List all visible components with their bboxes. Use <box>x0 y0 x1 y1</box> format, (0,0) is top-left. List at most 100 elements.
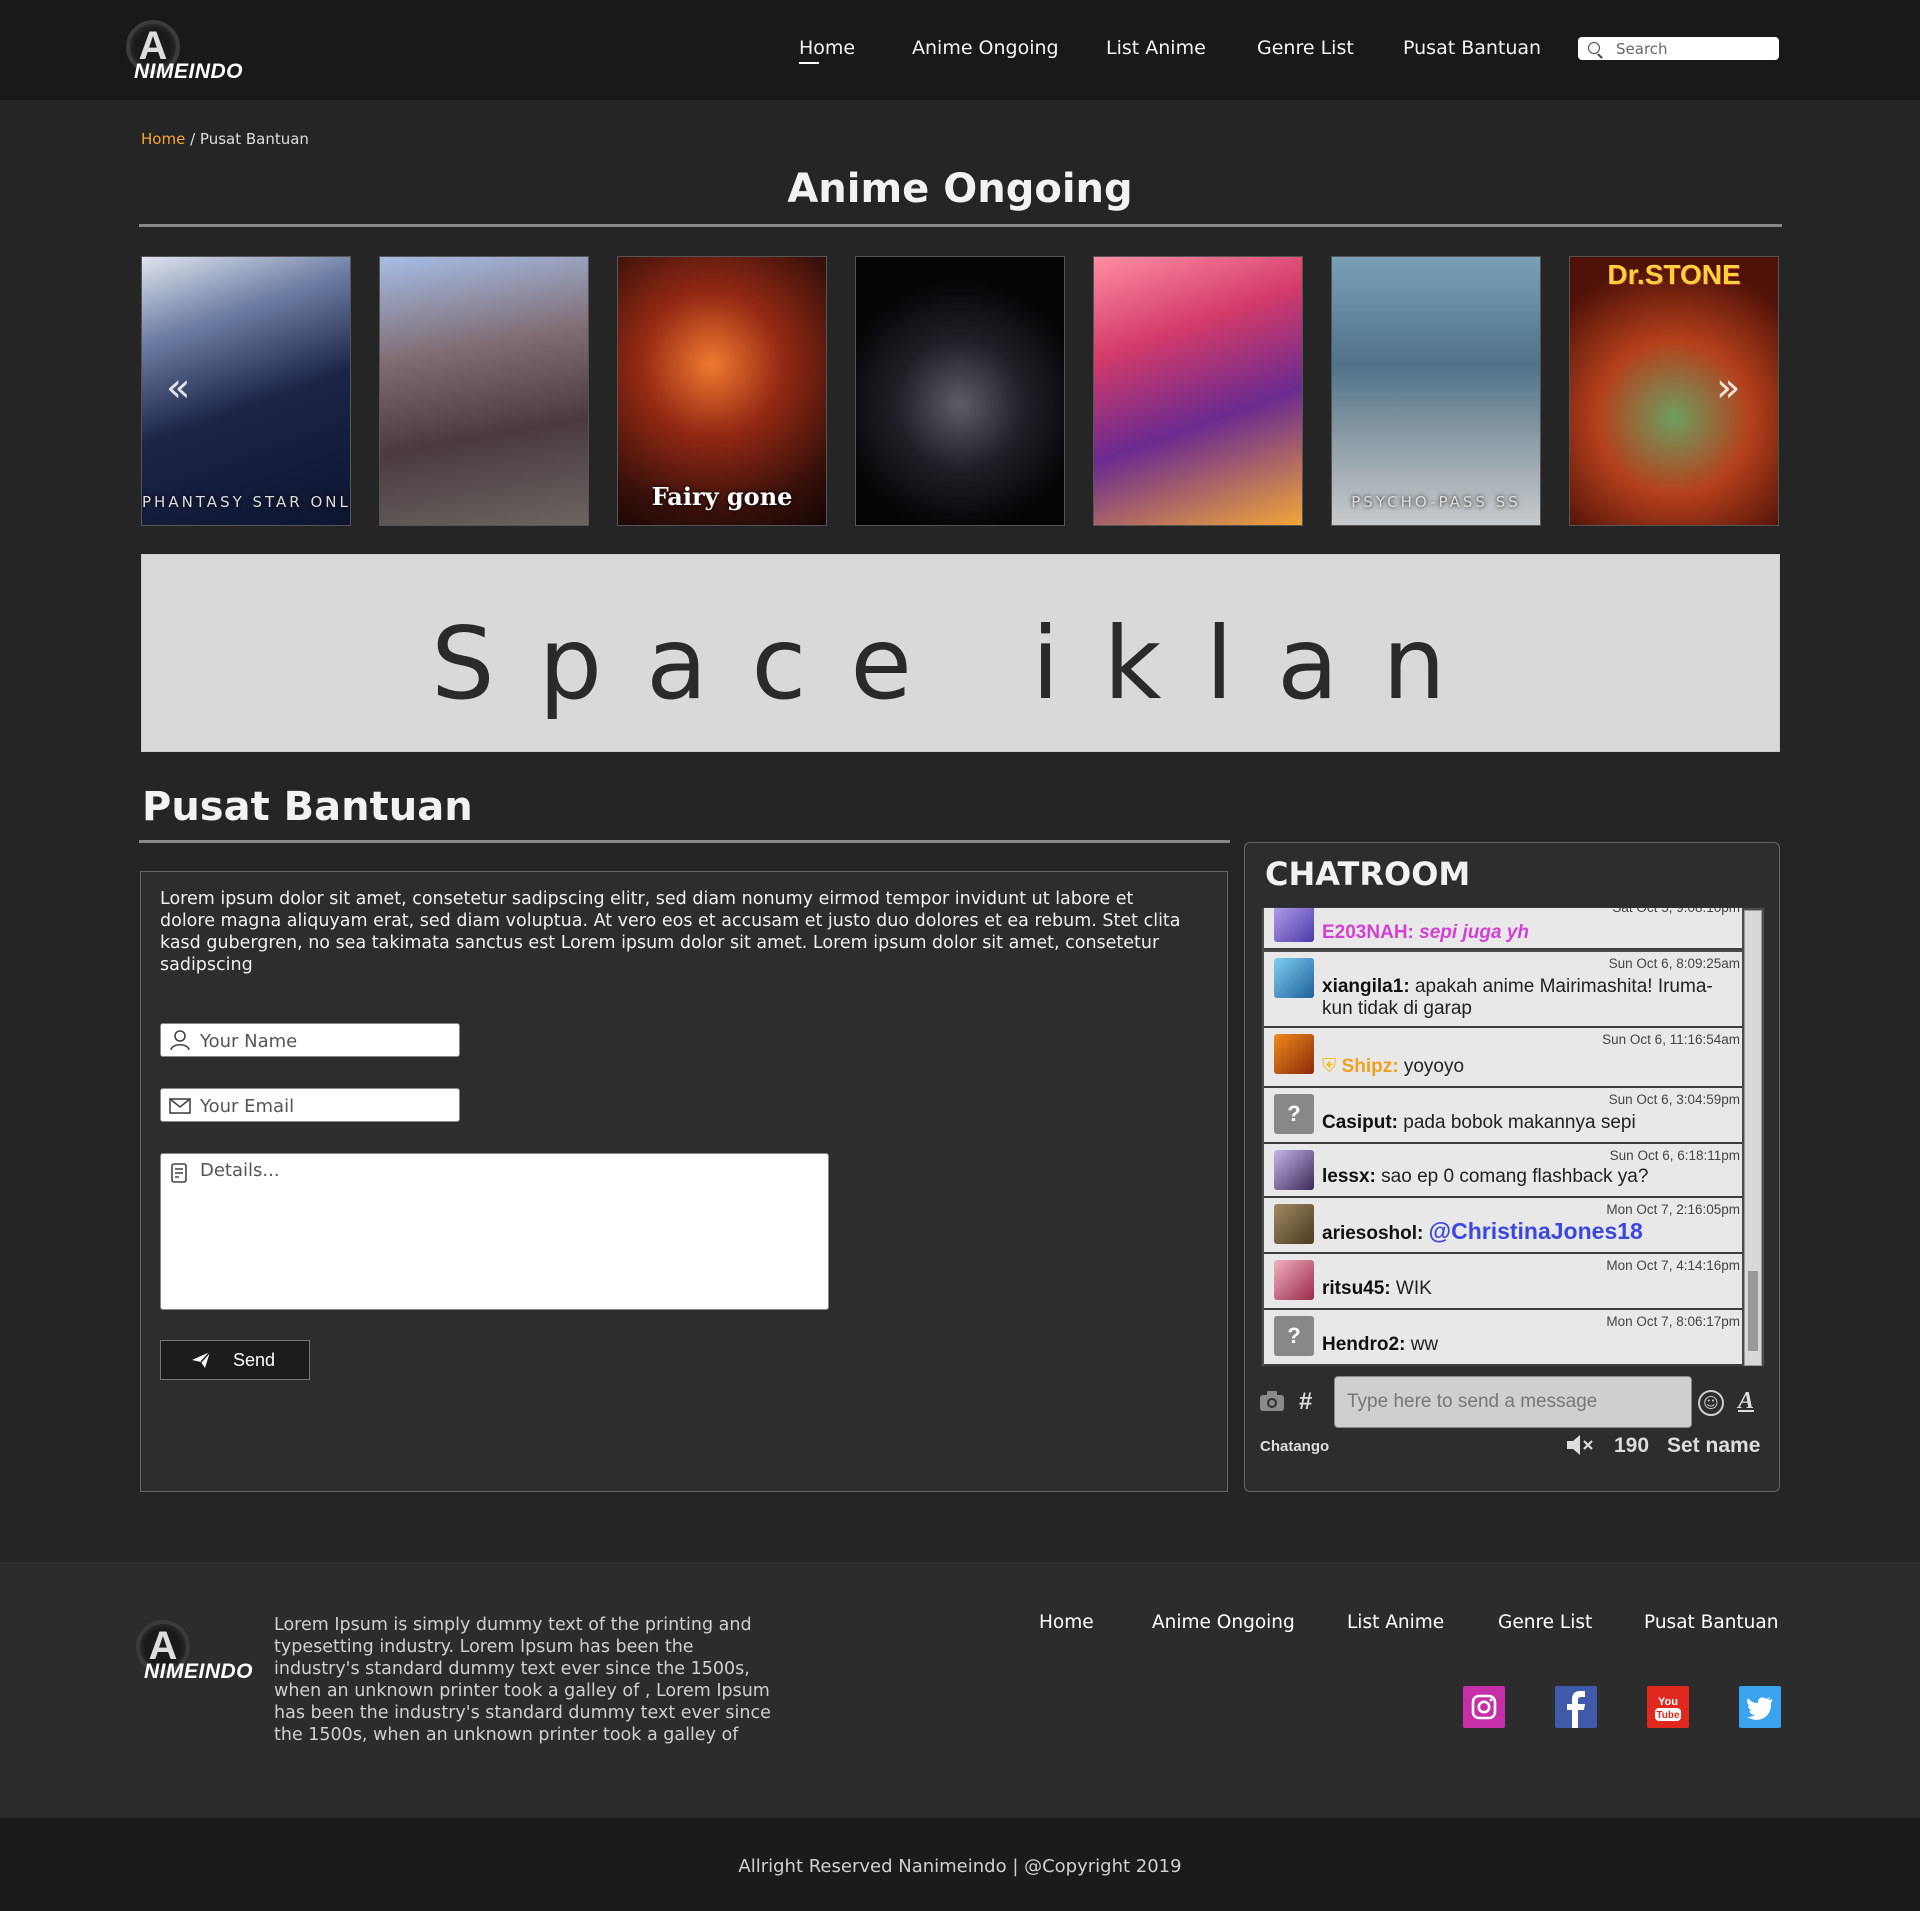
footer-nav-home[interactable]: Home <box>1039 1612 1094 1633</box>
anime-poster[interactable] <box>855 256 1065 526</box>
carousel-next-icon[interactable]: » <box>1716 368 1740 408</box>
chat-username[interactable]: Hendro2: <box>1322 1334 1405 1355</box>
shield-badge-icon: ⛨ <box>1322 1056 1337 1077</box>
footer-nav-anime-ongoing[interactable]: Anime Ongoing <box>1152 1612 1295 1633</box>
anime-poster[interactable] <box>1093 256 1303 526</box>
anime-poster[interactable]: Fairy gone <box>617 256 827 526</box>
chat-text: WIK <box>1395 1278 1432 1299</box>
site-logo[interactable]: A NIMEINDO <box>126 20 246 84</box>
ongoing-title: Anime Ongoing <box>787 166 1133 212</box>
hashtag-icon[interactable]: # <box>1299 1388 1312 1416</box>
emoji-icon[interactable]: ☺ <box>1698 1390 1724 1416</box>
chat-text: pada bobok makannya sepi <box>1403 1112 1636 1133</box>
chat-username[interactable]: Casiput: <box>1322 1112 1398 1133</box>
chat-username[interactable]: lessx: <box>1322 1166 1376 1187</box>
chat-message-input[interactable] <box>1334 1376 1692 1428</box>
nav-pusat-bantuan[interactable]: Pusat Bantuan <box>1403 37 1541 59</box>
svg-text:Tube: Tube <box>1656 1710 1680 1721</box>
chat-text: sepi juga yh <box>1419 922 1529 943</box>
chat-timestamp: Sun Oct 6, 11:16:54am <box>1602 1032 1740 1047</box>
chat-scrollbar[interactable] <box>1744 910 1762 1366</box>
nav-genre-list[interactable]: Genre List <box>1257 37 1354 59</box>
breadcrumb-home[interactable]: Home <box>141 130 185 148</box>
email-input[interactable] <box>200 1094 450 1118</box>
chat-username[interactable]: E203NAH: <box>1322 922 1414 943</box>
paper-plane-icon <box>192 1351 211 1368</box>
carousel-prev-icon[interactable]: « <box>166 368 190 408</box>
chat-message: Sat Oct 5, 9:08:10pm E203NAH: sepi juga … <box>1264 907 1742 950</box>
email-field <box>160 1088 460 1122</box>
search-icon[interactable] <box>1588 42 1600 54</box>
name-input[interactable] <box>200 1029 450 1053</box>
footer-logo[interactable]: A NIMEINDO <box>136 1620 256 1684</box>
chatango-brand[interactable]: Chatango <box>1260 1438 1329 1455</box>
search-box <box>1578 37 1779 60</box>
svg-text:You: You <box>1658 1696 1678 1708</box>
chat-text: sao ep 0 comang flashback ya? <box>1381 1166 1649 1187</box>
nav-anime-ongoing[interactable]: Anime Ongoing <box>912 37 1059 59</box>
chat-message: Sun Oct 6, 11:16:54am ⛨ Shipz: yoyoyo <box>1264 1028 1742 1088</box>
user-icon <box>169 1029 191 1051</box>
chat-message-list: Sat Oct 5, 9:08:10pm E203NAH: sepi juga … <box>1264 907 1742 1366</box>
user-avatar[interactable] <box>1274 958 1314 998</box>
user-avatar[interactable] <box>1274 1034 1314 1074</box>
chat-username[interactable]: ariesoshol: <box>1322 1223 1423 1244</box>
anime-poster[interactable]: PSYCHO-PASS SS <box>1331 256 1541 526</box>
user-avatar[interactable] <box>1274 1204 1314 1244</box>
user-avatar[interactable] <box>1274 1260 1314 1300</box>
footer-nav-genre-list[interactable]: Genre List <box>1498 1612 1592 1633</box>
text-style-icon[interactable]: A <box>1738 1388 1754 1415</box>
chat-mention-link[interactable]: @ChristinaJones18 <box>1429 1218 1643 1244</box>
chat-username[interactable]: ritsu45: <box>1322 1278 1391 1299</box>
sound-muted-icon[interactable] <box>1565 1433 1595 1463</box>
chat-username[interactable]: xiangila1: <box>1322 976 1410 997</box>
poster-caption: PSYCHO-PASS SS <box>1351 493 1521 511</box>
help-divider <box>139 840 1230 843</box>
details-input[interactable] <box>200 1160 815 1300</box>
chat-username[interactable]: Shipz: <box>1342 1056 1399 1077</box>
chat-controls: # ☺ A Chatango 190 Set name <box>1253 1370 1773 1468</box>
nav-list-anime[interactable]: List Anime <box>1106 37 1206 59</box>
chat-timestamp: Sun Oct 6, 6:18:11pm <box>1609 1148 1740 1163</box>
search-input[interactable] <box>1616 39 1771 58</box>
footer-nav-pusat-bantuan[interactable]: Pusat Bantuan <box>1644 1612 1778 1633</box>
instagram-icon[interactable] <box>1463 1686 1505 1728</box>
set-name-button[interactable]: Set name <box>1667 1434 1760 1458</box>
twitter-icon[interactable] <box>1739 1686 1781 1728</box>
poster-caption: Dr.STONE <box>1607 259 1741 290</box>
youtube-icon[interactable]: You Tube <box>1647 1686 1689 1728</box>
chat-message-body: Hendro2: ww <box>1322 1334 1438 1356</box>
chat-message-body: lessx: sao ep 0 comang flashback ya? <box>1322 1166 1648 1188</box>
chat-timestamp: Mon Oct 7, 4:14:16pm <box>1606 1258 1740 1273</box>
chat-timestamp: Sun Oct 6, 3:04:59pm <box>1608 1092 1740 1107</box>
copyright-text: Allright Reserved Nanimeindo | @Copyrigh… <box>738 1856 1182 1877</box>
nav-home[interactable]: Home <box>799 37 855 59</box>
ongoing-divider <box>139 224 1782 227</box>
anime-poster[interactable] <box>379 256 589 526</box>
camera-icon[interactable] <box>1259 1390 1285 1418</box>
chat-scrollbar-thumb[interactable] <box>1748 1271 1758 1351</box>
chat-message: Sun Oct 6, 6:18:11pm lessx: sao ep 0 com… <box>1264 1144 1742 1198</box>
user-avatar[interactable] <box>1274 908 1314 942</box>
chat-message: Sun Oct 6, 8:09:25am xiangila1: apakah a… <box>1264 952 1742 1028</box>
send-button[interactable]: Send <box>160 1340 310 1380</box>
footer-description: Lorem Ipsum is simply dummy text of the … <box>274 1615 771 1745</box>
chat-message-body: ⛨ Shipz: yoyoyo <box>1322 1056 1464 1078</box>
default-avatar-icon[interactable]: ? <box>1274 1094 1314 1134</box>
chat-timestamp: Sat Oct 5, 9:08:10pm <box>1612 907 1740 915</box>
anime-poster[interactable]: Dr.STONE <box>1569 256 1779 526</box>
default-avatar-icon[interactable]: ? <box>1274 1316 1314 1356</box>
help-description: Lorem ipsum dolor sit amet, consetetur s… <box>160 889 1181 975</box>
note-icon <box>169 1162 191 1183</box>
footer-nav-list-anime[interactable]: List Anime <box>1347 1612 1444 1633</box>
poster-caption: Fairy gone <box>651 482 793 511</box>
chat-message-body: ariesoshol: @ChristinaJones18 <box>1322 1220 1643 1245</box>
facebook-icon[interactable] <box>1555 1686 1597 1728</box>
poster-caption: PHANTASY STAR ONLINE 2 <box>142 493 351 511</box>
user-avatar[interactable] <box>1274 1150 1314 1190</box>
chat-message-body: xiangila1: apakah anime Mairimashita! Ir… <box>1322 976 1722 1020</box>
chat-message-body: Casiput: pada bobok makannya sepi <box>1322 1112 1636 1134</box>
send-button-label: Send <box>233 1350 276 1370</box>
help-title: Pusat Bantuan <box>142 784 473 830</box>
chat-timestamp: Mon Oct 7, 8:06:17pm <box>1606 1314 1740 1329</box>
